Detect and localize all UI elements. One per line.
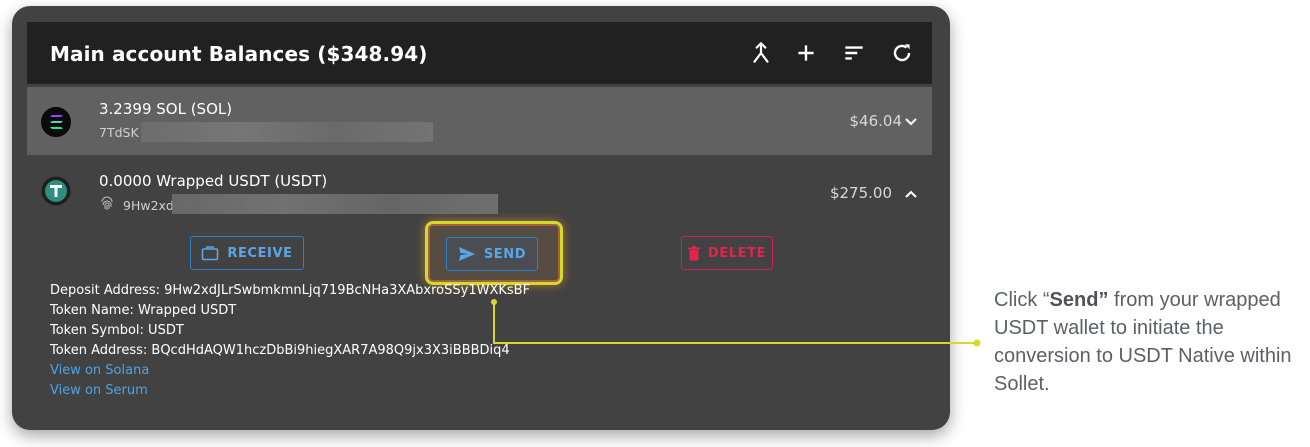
token-symbol: Token Symbol: USDT xyxy=(50,323,184,338)
add-icon[interactable] xyxy=(793,40,819,66)
merge-icon[interactable] xyxy=(748,40,774,66)
redacted-address xyxy=(141,122,433,142)
app-bar: Main account Balances ($348.94) xyxy=(27,22,932,84)
callout-bold: Send” xyxy=(1049,289,1109,311)
token-amount: 0.0000 Wrapped USDT (USDT) xyxy=(99,172,328,190)
chevron-up-icon[interactable] xyxy=(904,187,918,201)
refresh-icon[interactable] xyxy=(889,40,915,66)
token-address: 7TdSK xyxy=(99,125,139,140)
redacted-address xyxy=(172,194,498,214)
send-button[interactable]: SEND xyxy=(446,237,538,271)
token-row-usdt[interactable]: 0.0000 Wrapped USDT (USDT) 9Hw2xd $275.0… xyxy=(27,156,932,224)
token-mint-address: Token Address: BQcdHdAQW1hczDbBi9hiegXAR… xyxy=(50,343,510,358)
solana-logo-icon xyxy=(41,107,71,137)
token-value: $275.00 xyxy=(829,184,892,202)
send-icon xyxy=(458,247,475,261)
wallet-card: Main account Balances ($348.94) 3.2399 S… xyxy=(12,6,950,430)
token-name: Token Name: Wrapped USDT xyxy=(50,303,237,318)
token-amount: 3.2399 SOL (SOL) xyxy=(99,100,233,118)
briefcase-icon xyxy=(202,246,219,261)
page-title: Main account Balances ($348.94) xyxy=(50,42,428,66)
delete-button[interactable]: DELETE xyxy=(681,236,773,270)
chevron-down-icon[interactable] xyxy=(904,115,918,129)
token-value: $46.04 xyxy=(849,112,903,130)
fingerprint-icon xyxy=(101,196,113,210)
view-on-solana-link[interactable]: View on Solana xyxy=(50,363,149,378)
trash-icon xyxy=(687,245,700,260)
token-address: 9Hw2xd xyxy=(123,198,174,213)
sort-icon[interactable] xyxy=(841,40,867,66)
callout-prefix: Click “ xyxy=(994,289,1050,311)
token-row-sol[interactable]: 3.2399 SOL (SOL) 7TdSK $46.04 xyxy=(27,87,932,155)
callout-text: Click “Send” from your wrapped USDT wall… xyxy=(994,286,1306,398)
receive-button[interactable]: RECEIVE xyxy=(190,236,304,270)
deposit-address: Deposit Address: 9Hw2xdJLrSwbmkmnLjq719B… xyxy=(50,283,531,298)
view-on-serum-link[interactable]: View on Serum xyxy=(50,383,148,398)
send-label: SEND xyxy=(483,246,527,262)
usdt-logo-icon xyxy=(41,176,71,206)
receive-label: RECEIVE xyxy=(227,245,293,261)
delete-label: DELETE xyxy=(707,245,767,261)
